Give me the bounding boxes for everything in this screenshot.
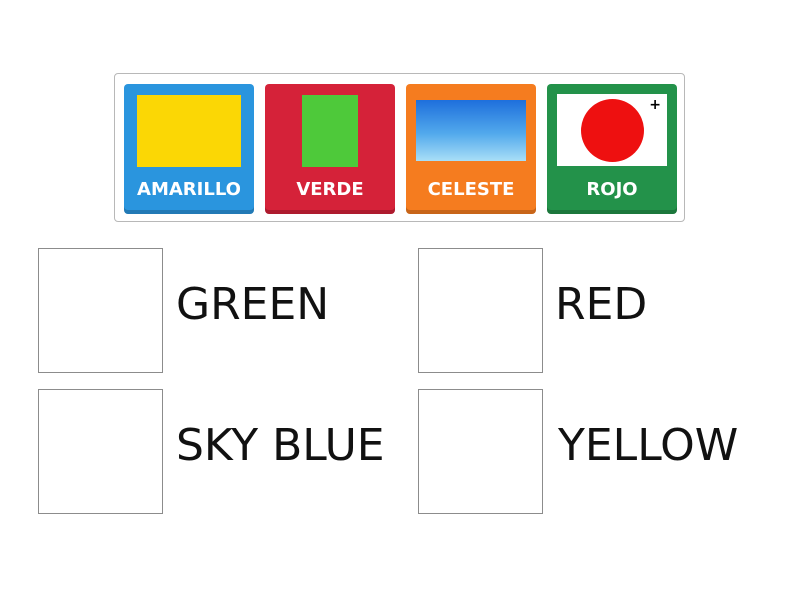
tile-amarillo[interactable]: AMARILLO — [124, 84, 254, 214]
zoom-icon[interactable]: + — [649, 98, 661, 112]
tile-label: VERDE — [296, 179, 364, 200]
answer-label-green: GREEN — [176, 279, 330, 330]
tile-rojo[interactable]: + ROJO — [547, 84, 677, 214]
tile-label: AMARILLO — [137, 179, 241, 200]
yellow-swatch-image — [137, 95, 241, 167]
tile-tray: AMARILLO VERDE CELESTE + ROJO — [114, 73, 685, 222]
answer-label-yellow: YELLOW — [558, 420, 739, 471]
drop-box-yellow[interactable] — [418, 389, 543, 514]
answer-label-red: RED — [555, 279, 648, 330]
drop-box-green[interactable] — [38, 248, 163, 373]
green-swatch-image — [302, 95, 358, 167]
drop-box-sky-blue[interactable] — [38, 389, 163, 514]
tile-label: CELESTE — [427, 179, 515, 200]
tile-label: ROJO — [586, 179, 638, 200]
answer-label-sky-blue: SKY BLUE — [176, 420, 385, 471]
tile-verde[interactable]: VERDE — [265, 84, 395, 214]
tile-celeste[interactable]: CELESTE — [406, 84, 536, 214]
red-circle — [581, 99, 644, 162]
drop-box-red[interactable] — [418, 248, 543, 373]
sky-swatch-image — [416, 100, 526, 161]
flag-image: + — [557, 94, 667, 166]
